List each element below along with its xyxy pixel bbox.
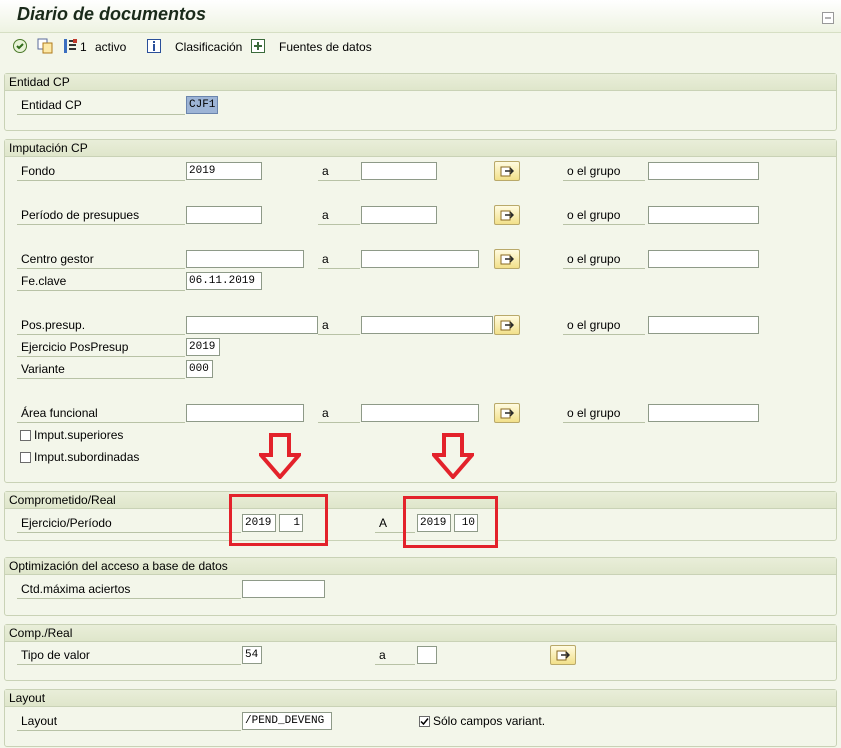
to-label: a (318, 206, 360, 225)
fondo-to-field[interactable] (361, 162, 437, 180)
area-funcional-to-field[interactable] (361, 404, 479, 422)
only-variant-fields-label: Sólo campos variant. (433, 714, 546, 728)
pos-presup-to-field[interactable] (361, 316, 493, 334)
window-title: Diario de documentos (17, 4, 207, 24)
data-sources-button[interactable]: Fuentes de datos (279, 40, 372, 54)
centro-gestor-group-field[interactable] (648, 250, 759, 268)
group-label: o el grupo (563, 316, 645, 335)
pos-presup-group-field[interactable] (648, 316, 759, 334)
fondo-group-field[interactable] (648, 162, 759, 180)
area-funcional-from-field[interactable] (186, 404, 304, 422)
info-icon[interactable] (146, 38, 162, 54)
group-label: o el grupo (563, 404, 645, 423)
arrow-down-icon (429, 433, 477, 482)
fecha-clave-field[interactable]: 06.11.2019 (186, 272, 262, 290)
highlight-box (403, 496, 498, 548)
classification-button[interactable]: Clasificación (175, 40, 242, 54)
imput-subordinadas-checkbox[interactable] (20, 452, 31, 463)
group-title: Comprometido/Real (9, 493, 116, 507)
multiple-selection-icon (556, 650, 570, 661)
periodo-from-field[interactable] (186, 206, 262, 224)
multiple-selection-button[interactable] (494, 403, 520, 423)
group-label: o el grupo (563, 162, 645, 181)
tipo-valor-from-field[interactable]: 54 (242, 646, 262, 664)
variante-field[interactable]: 000 (186, 360, 213, 378)
to-label: a (318, 162, 360, 181)
group-label: o el grupo (563, 250, 645, 269)
multiple-selection-icon (500, 210, 514, 221)
entidad-cp-label: Entidad CP (17, 96, 185, 115)
checkmark-icon (420, 718, 429, 726)
imput-superiores-checkbox[interactable] (20, 430, 31, 441)
ctd-maxima-field[interactable] (242, 580, 325, 598)
centro-gestor-to-field[interactable] (361, 250, 479, 268)
periodo-label: Período de presupues (17, 206, 185, 225)
multiple-selection-button[interactable] (494, 161, 520, 181)
centro-gestor-label: Centro gestor (17, 250, 185, 269)
title-bar: Diario de documentos (0, 0, 841, 33)
centro-gestor-from-field[interactable] (186, 250, 304, 268)
highlight-box (229, 494, 328, 546)
periodo-group-field[interactable] (648, 206, 759, 224)
ctd-maxima-label: Ctd.máxima aciertos (17, 580, 241, 599)
multiple-selection-icon (500, 166, 514, 177)
ejercicio-periodo-label: Ejercicio/Período (17, 514, 241, 533)
active-label[interactable]: activo (95, 40, 126, 54)
group-title: Imputación CP (9, 141, 88, 155)
area-funcional-label: Área funcional (17, 404, 185, 423)
group-title: Layout (9, 691, 46, 705)
imput-superiores-label: Imput.superiores (34, 428, 124, 442)
group-label: o el grupo (563, 206, 645, 225)
multiple-selection-button[interactable] (550, 645, 576, 665)
layout-label: Layout (17, 712, 241, 731)
fondo-from-field[interactable]: 2019 (186, 162, 262, 180)
group-title: Entidad CP (9, 75, 70, 89)
window-menu-icon[interactable] (822, 12, 834, 24)
ejercicio-pospresup-label: Ejercicio PosPresup (17, 338, 185, 357)
arrow-down-icon (256, 433, 304, 482)
multiple-selection-button[interactable] (494, 249, 520, 269)
multiple-selection-button[interactable] (494, 315, 520, 335)
to-label: a (318, 404, 360, 423)
data-sources-icon[interactable] (250, 38, 266, 54)
fondo-label: Fondo (17, 162, 185, 181)
fecha-clave-label: Fe.clave (17, 272, 185, 291)
multiple-selection-icon (500, 254, 514, 265)
copy-variant-icon[interactable] (37, 38, 53, 54)
to-label: a (375, 646, 415, 665)
tipo-valor-to-field[interactable] (417, 646, 437, 664)
imput-subordinadas-label: Imput.subordinadas (34, 450, 140, 464)
area-funcional-group-field[interactable] (648, 404, 759, 422)
only-variant-fields-checkbox[interactable] (419, 716, 430, 727)
active-count: 1 (80, 40, 87, 54)
dynamic-selection-icon[interactable] (62, 38, 78, 54)
ejercicio-pospresup-field[interactable]: 2019 (186, 338, 220, 356)
periodo-to-field[interactable] (361, 206, 437, 224)
multiple-selection-icon (500, 320, 514, 331)
group-title: Comp./Real (9, 626, 73, 640)
execute-icon[interactable] (12, 38, 28, 54)
group-imputacion-cp: Imputación CP (4, 139, 837, 483)
variante-label: Variante (17, 360, 185, 379)
multiple-selection-icon (500, 408, 514, 419)
group-title: Optimización del acceso a base de datos (9, 559, 228, 573)
tipo-valor-label: Tipo de valor (17, 646, 241, 665)
to-label: a (318, 250, 360, 269)
pos-presup-from-field[interactable] (186, 316, 318, 334)
to-label: a (318, 316, 360, 335)
layout-field[interactable]: /PEND_DEVENG (242, 712, 332, 730)
pos-presup-label: Pos.presup. (17, 316, 185, 335)
multiple-selection-button[interactable] (494, 205, 520, 225)
entidad-cp-field[interactable]: CJF1 (186, 96, 218, 114)
